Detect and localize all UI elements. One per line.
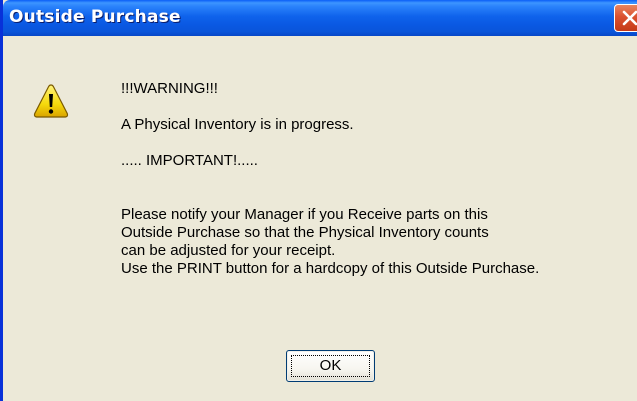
instructions: Please notify your Manager if you Receiv… [121, 206, 539, 278]
instruction-line: can be adjusted for your receipt. [121, 242, 336, 259]
inventory-notice: A Physical Inventory is in progress. [121, 116, 354, 133]
warning-heading: !!!WARNING!!! [121, 80, 218, 97]
dialog-window: Outside Purchase !!!WARNING!!! A Physica… [0, 0, 637, 401]
important-heading: ..... IMPORTANT!..... [121, 152, 258, 169]
close-button[interactable] [614, 4, 637, 32]
title-bar[interactable]: Outside Purchase [3, 0, 637, 36]
instruction-line: Please notify your Manager if you Receiv… [121, 206, 488, 223]
warning-icon [33, 84, 69, 118]
instruction-line: Use the PRINT button for a hardcopy of t… [121, 260, 540, 277]
window-title: Outside Purchase [9, 7, 181, 27]
instruction-line: Outside Purchase so that the Physical In… [121, 224, 489, 241]
ok-button-label: OK [319, 357, 342, 374]
close-icon [622, 10, 637, 26]
ok-button[interactable]: OK [286, 350, 375, 382]
